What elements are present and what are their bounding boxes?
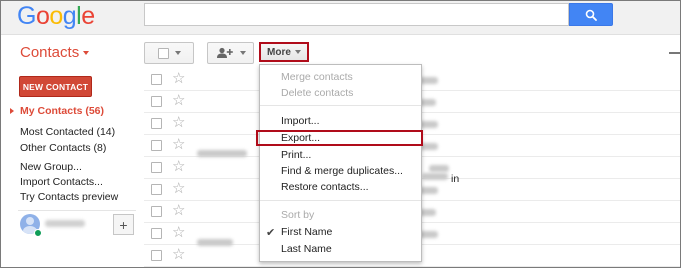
more-label: More <box>267 46 291 58</box>
star-icon[interactable]: ☆ <box>172 224 185 242</box>
star-icon[interactable]: ☆ <box>172 92 185 110</box>
new-contact-button[interactable]: NEW CONTACT <box>19 76 92 97</box>
logo-letter: G <box>17 2 36 30</box>
row-checkbox[interactable] <box>151 118 162 129</box>
add-to-group-button[interactable] <box>207 42 254 64</box>
more-actions-menu: Merge contacts Delete contacts Import...… <box>256 64 423 262</box>
row-checkbox[interactable] <box>151 184 162 195</box>
menu-item-sort-first-name[interactable]: First Name <box>281 226 332 238</box>
star-icon[interactable]: ☆ <box>172 114 185 132</box>
row-checkbox[interactable] <box>151 74 162 85</box>
chevron-down-icon <box>83 50 90 55</box>
sidebar-item-other-contacts[interactable]: Other Contacts (8) <box>20 142 106 154</box>
logo-letter: g <box>62 2 77 30</box>
star-icon[interactable]: ☆ <box>172 180 185 198</box>
redacted-text <box>429 165 449 172</box>
sidebar-item-new-group[interactable]: New Group... <box>20 161 82 173</box>
chevron-down-icon <box>174 51 181 55</box>
row-checkbox[interactable] <box>151 140 162 151</box>
contacts-app-switcher[interactable]: Contacts <box>20 44 90 61</box>
chevron-down-icon <box>239 51 246 55</box>
online-status-icon <box>34 229 42 237</box>
redacted-text <box>422 173 448 180</box>
row-checkbox[interactable] <box>151 162 162 173</box>
search-button[interactable] <box>569 3 613 26</box>
top-bar: Google <box>1 1 680 35</box>
checkbox-icon <box>157 47 169 59</box>
row-checkbox[interactable] <box>151 228 162 239</box>
search-icon <box>585 9 597 21</box>
star-icon[interactable]: ☆ <box>172 246 185 264</box>
row-checkbox[interactable] <box>151 250 162 261</box>
caret-right-icon <box>10 108 14 114</box>
menu-item-restore-contacts[interactable]: Restore contacts... <box>281 181 369 193</box>
menu-item-find-merge-duplicates[interactable]: Find & merge duplicates... <box>281 165 403 177</box>
logo-letter: o <box>49 2 63 30</box>
redacted-text <box>197 150 247 157</box>
sidebar-item-import-contacts[interactable]: Import Contacts... <box>20 176 103 188</box>
more-button[interactable]: More <box>259 42 309 62</box>
google-logo[interactable]: Google <box>17 3 95 29</box>
divider <box>669 52 680 54</box>
select-all-button[interactable] <box>144 42 194 64</box>
redacted-text <box>197 239 233 246</box>
chevron-down-icon <box>294 50 301 54</box>
add-chat-button[interactable]: + <box>113 214 134 235</box>
menu-item-merge-contacts: Merge contacts <box>281 71 353 83</box>
menu-item-import[interactable]: Import... <box>281 115 320 127</box>
add-person-icon <box>216 47 233 58</box>
star-icon[interactable]: ☆ <box>172 158 185 176</box>
app-title: Contacts <box>20 44 80 61</box>
menu-item-print[interactable]: Print... <box>281 149 311 161</box>
search-input[interactable] <box>144 3 569 26</box>
logo-letter: e <box>81 2 95 30</box>
contacts-window: Google Contacts More NEW CONTACT My Cont… <box>0 0 681 268</box>
user-name-redacted <box>45 220 85 227</box>
menu-item-delete-contacts: Delete contacts <box>281 87 354 99</box>
menu-divider <box>260 200 421 201</box>
sidebar-item-try-preview[interactable]: Try Contacts preview <box>20 191 118 203</box>
row-checkbox[interactable] <box>151 96 162 107</box>
logo-letter: o <box>35 2 50 30</box>
menu-header-sort-by: Sort by <box>281 209 315 221</box>
row-checkbox[interactable] <box>151 206 162 217</box>
contact-email-fragment: in <box>451 173 460 185</box>
divider <box>18 210 136 211</box>
sidebar-item-most-contacted[interactable]: Most Contacted (14) <box>20 126 115 138</box>
star-icon[interactable]: ☆ <box>172 202 185 220</box>
star-icon[interactable]: ☆ <box>172 136 185 154</box>
menu-divider <box>260 105 421 106</box>
checkmark-icon: ✔ <box>266 227 276 239</box>
menu-item-sort-last-name[interactable]: Last Name <box>281 243 332 255</box>
sidebar-item-my-contacts[interactable]: My Contacts (56) <box>20 105 104 117</box>
menu-item-export[interactable]: Export... <box>281 132 320 144</box>
star-icon[interactable]: ☆ <box>172 70 185 88</box>
